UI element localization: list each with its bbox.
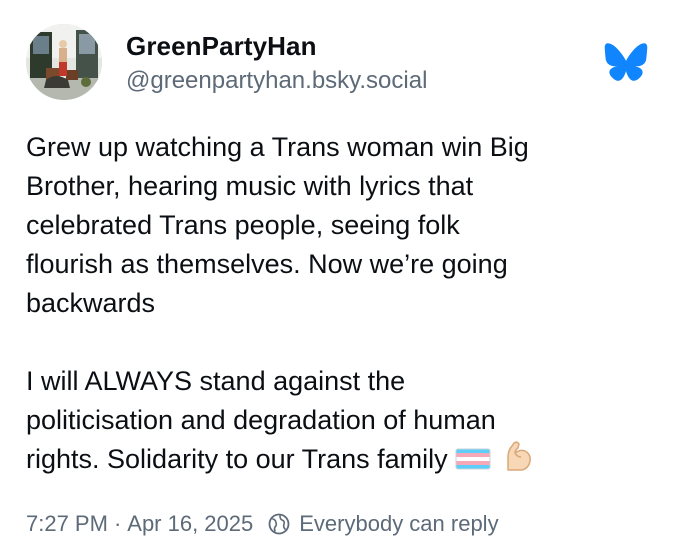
- post-date[interactable]: Apr 16, 2025: [127, 511, 253, 537]
- avatar-photo: [26, 24, 102, 100]
- post-text-line: Brother, hearing music with lyrics that: [26, 171, 474, 201]
- post-text-line: celebrated Trans people, seeing folk: [26, 210, 460, 240]
- author-display-name[interactable]: GreenPartyHan: [126, 30, 427, 62]
- globe-icon: [268, 513, 290, 535]
- reply-setting[interactable]: Everybody can reply: [267, 511, 499, 537]
- post-text-line: rights. Solidarity to our Trans family: [26, 444, 448, 474]
- reply-setting-label: Everybody can reply: [299, 511, 499, 536]
- post-card: GreenPartyHan @greenpartyhan.bsky.social…: [0, 0, 680, 558]
- post-text-line: flourish as themselves. Now we’re going: [26, 249, 508, 279]
- post-text-line: Grew up watching a Trans woman win Big: [26, 132, 529, 162]
- post-text-line: politicisation and degradation of human: [26, 405, 496, 435]
- post-header: GreenPartyHan @greenpartyhan.bsky.social: [26, 24, 656, 104]
- paragraph-spacer: [26, 323, 656, 362]
- meta-separator: ·: [113, 511, 122, 536]
- post-text: Grew up watching a Trans woman win Big B…: [26, 128, 656, 483]
- avatar[interactable]: [26, 24, 102, 100]
- post-time[interactable]: 7:27 PM: [26, 511, 108, 537]
- bluesky-butterfly-icon[interactable]: [604, 42, 648, 82]
- flexed-biceps-icon: [500, 440, 534, 483]
- post-meta: 7:27 PM · Apr 16, 2025 Everybody can rep…: [26, 507, 499, 541]
- author-info: GreenPartyHan @greenpartyhan.bsky.social: [126, 30, 427, 96]
- post-text-line: I will ALWAYS stand against the: [26, 366, 406, 396]
- transgender-flag-icon: [454, 444, 494, 483]
- post-text-line: backwards: [26, 288, 156, 318]
- post-text-last-line: rights. Solidarity to our Trans family: [26, 440, 656, 483]
- author-handle[interactable]: @greenpartyhan.bsky.social: [126, 66, 427, 96]
